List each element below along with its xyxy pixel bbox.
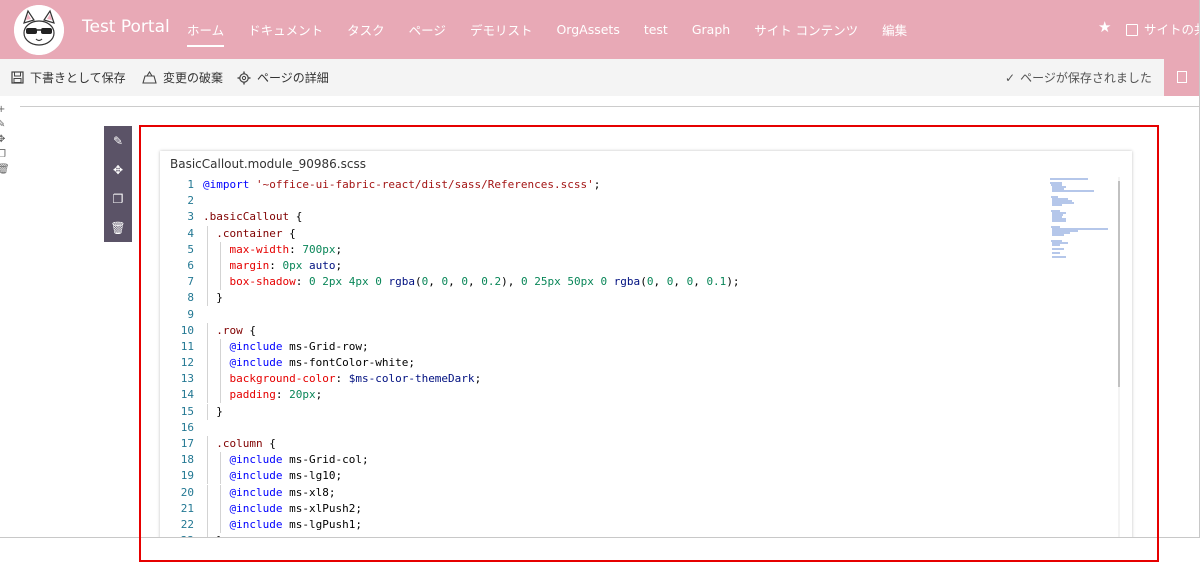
webpart-edit-toolbar: ✎ ✥ ❐ 🗑 [104, 126, 132, 242]
page-details-label: ページの詳細 [257, 71, 329, 85]
nav-item-demolist[interactable]: デモリスト [470, 14, 533, 45]
follow-star-icon[interactable]: ★ [1098, 18, 1111, 36]
share-icon [1126, 23, 1138, 36]
save-draft-label: 下書きとして保存 [30, 71, 126, 85]
share-label: サイトの共 [1144, 22, 1199, 37]
canvas-divider [20, 106, 1199, 107]
page-details-button[interactable]: ページの詳細 [237, 69, 329, 86]
delete-section-icon[interactable]: 🗑 [0, 164, 12, 175]
nav-item-pages[interactable]: ページ [409, 14, 446, 45]
nav-item-site-contents[interactable]: サイト コンテンツ [754, 14, 858, 45]
discard-label: 変更の破棄 [163, 71, 224, 85]
book-icon [1177, 71, 1187, 83]
share-site-button[interactable]: サイトの共 [1126, 19, 1199, 38]
move-section-icon[interactable]: ✥ [0, 134, 12, 145]
delete-webpart-icon[interactable]: 🗑 [104, 213, 132, 242]
add-section-icon[interactable]: + [0, 104, 12, 115]
nav-item-orgassets[interactable]: OrgAssets [556, 16, 619, 43]
cat-logo-icon [14, 5, 64, 55]
nav-item-test[interactable]: test [644, 16, 668, 43]
checkmark-icon: ✓ [1005, 71, 1016, 85]
nav-item-graph[interactable]: Graph [692, 16, 730, 43]
top-navigation: ホーム ドキュメント タスク ページ デモリスト OrgAssets test … [175, 0, 919, 59]
nav-item-edit[interactable]: 編集 [882, 14, 907, 45]
edit-webpart-icon[interactable]: ✎ [104, 126, 132, 155]
save-draft-button[interactable]: 下書きとして保存 [11, 69, 126, 86]
site-logo[interactable] [14, 5, 64, 55]
discard-changes-button[interactable]: 変更の破棄 [142, 69, 223, 86]
gear-icon [237, 71, 251, 84]
discard-icon [142, 71, 157, 84]
page-command-bar: 下書きとして保存 変更の破棄 ページの詳細 ✓ ページが保存されました [0, 59, 1199, 96]
duplicate-section-icon[interactable]: ❐ [0, 149, 12, 160]
move-webpart-icon[interactable]: ✥ [104, 155, 132, 184]
nav-item-home[interactable]: ホーム [187, 14, 225, 47]
nav-item-documents[interactable]: ドキュメント [248, 14, 323, 45]
nav-item-tasks[interactable]: タスク [347, 14, 385, 45]
save-status: ✓ ページが保存されました [1005, 69, 1152, 86]
suite-header: Test Portal ホーム ドキュメント タスク ページ デモリスト Org… [0, 0, 1199, 59]
duplicate-webpart-icon[interactable]: ❐ [104, 184, 132, 213]
edit-section-icon[interactable]: ✎ [0, 119, 12, 130]
save-icon [11, 71, 24, 84]
save-status-text: ページが保存されました [1020, 71, 1152, 85]
highlight-box [139, 125, 1159, 562]
section-toolbar: + ✎ ✥ ❐ 🗑 [0, 100, 12, 220]
site-title[interactable]: Test Portal [82, 17, 170, 37]
publish-button[interactable] [1164, 59, 1199, 96]
